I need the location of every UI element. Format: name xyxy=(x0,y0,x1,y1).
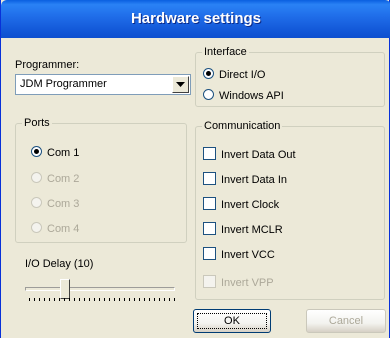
checkbox-invert-vcc[interactable]: Invert VCC xyxy=(203,247,275,261)
checkbox-label: Invert VCC xyxy=(221,249,275,261)
radio-label: Com 3 xyxy=(47,198,80,210)
dropdown-button[interactable] xyxy=(172,76,189,93)
checkbox-invert-clock[interactable]: Invert Clock xyxy=(203,197,279,211)
cancel-button-label: Cancel xyxy=(328,315,364,327)
checkbox-invert-data-in[interactable]: Invert Data In xyxy=(203,172,287,186)
radio-indicator xyxy=(31,197,42,208)
io-delay-label: I/O Delay (10) xyxy=(25,258,94,270)
radio-com2: Com 2 xyxy=(31,172,79,185)
checkbox-invert-mclr[interactable]: Invert MCLR xyxy=(203,222,283,236)
slider-ticks xyxy=(29,298,175,301)
cancel-button: Cancel xyxy=(306,309,386,333)
checkbox-label: Invert MCLR xyxy=(221,224,283,236)
chevron-down-icon xyxy=(176,82,185,87)
checkbox-label: Invert VPP xyxy=(221,277,274,289)
io-delay-slider-thumb[interactable] xyxy=(60,279,70,299)
radio-indicator xyxy=(31,146,42,157)
radio-label: Direct I/O xyxy=(219,69,266,81)
io-delay-slider-track[interactable] xyxy=(25,287,175,291)
checkbox-box xyxy=(203,247,216,260)
radio-com1[interactable]: Com 1 xyxy=(31,146,79,159)
radio-label: Windows API xyxy=(219,90,284,102)
ports-legend: Ports xyxy=(24,117,50,129)
radio-indicator xyxy=(203,89,214,100)
radio-direct-io[interactable]: Direct I/O xyxy=(203,68,265,81)
radio-indicator xyxy=(31,222,42,233)
communication-legend: Communication xyxy=(204,120,281,132)
checkbox-box xyxy=(203,147,216,160)
hardware-settings-dialog: Hardware settings Programmer: JDM Progra… xyxy=(0,0,390,338)
radio-windows-api[interactable]: Windows API xyxy=(203,89,284,102)
radio-indicator xyxy=(31,172,42,183)
checkbox-box xyxy=(203,222,216,235)
window-title: Hardware settings xyxy=(130,10,262,27)
programmer-select[interactable]: JDM Programmer xyxy=(15,74,191,95)
ok-button[interactable]: OK xyxy=(193,309,271,333)
radio-indicator xyxy=(203,68,214,79)
ok-button-label: OK xyxy=(197,313,267,329)
title-bar[interactable]: Hardware settings xyxy=(1,0,390,38)
checkbox-box xyxy=(203,172,216,185)
radio-label: Com 2 xyxy=(47,173,80,185)
checkbox-label: Invert Data In xyxy=(221,174,288,186)
radio-label: Com 1 xyxy=(47,147,80,159)
radio-label: Com 4 xyxy=(47,223,80,235)
programmer-selected-value: JDM Programmer xyxy=(20,78,107,90)
checkbox-invert-vpp: Invert VPP xyxy=(203,275,274,289)
checkbox-label: Invert Clock xyxy=(221,199,280,211)
interface-legend: Interface xyxy=(204,46,247,58)
programmer-label: Programmer: xyxy=(15,59,80,71)
checkbox-box xyxy=(203,275,216,288)
radio-com3: Com 3 xyxy=(31,197,79,210)
radio-com4: Com 4 xyxy=(31,222,79,235)
checkbox-invert-data-out[interactable]: Invert Data Out xyxy=(203,147,296,161)
checkbox-box xyxy=(203,197,216,210)
checkbox-label: Invert Data Out xyxy=(221,149,296,161)
